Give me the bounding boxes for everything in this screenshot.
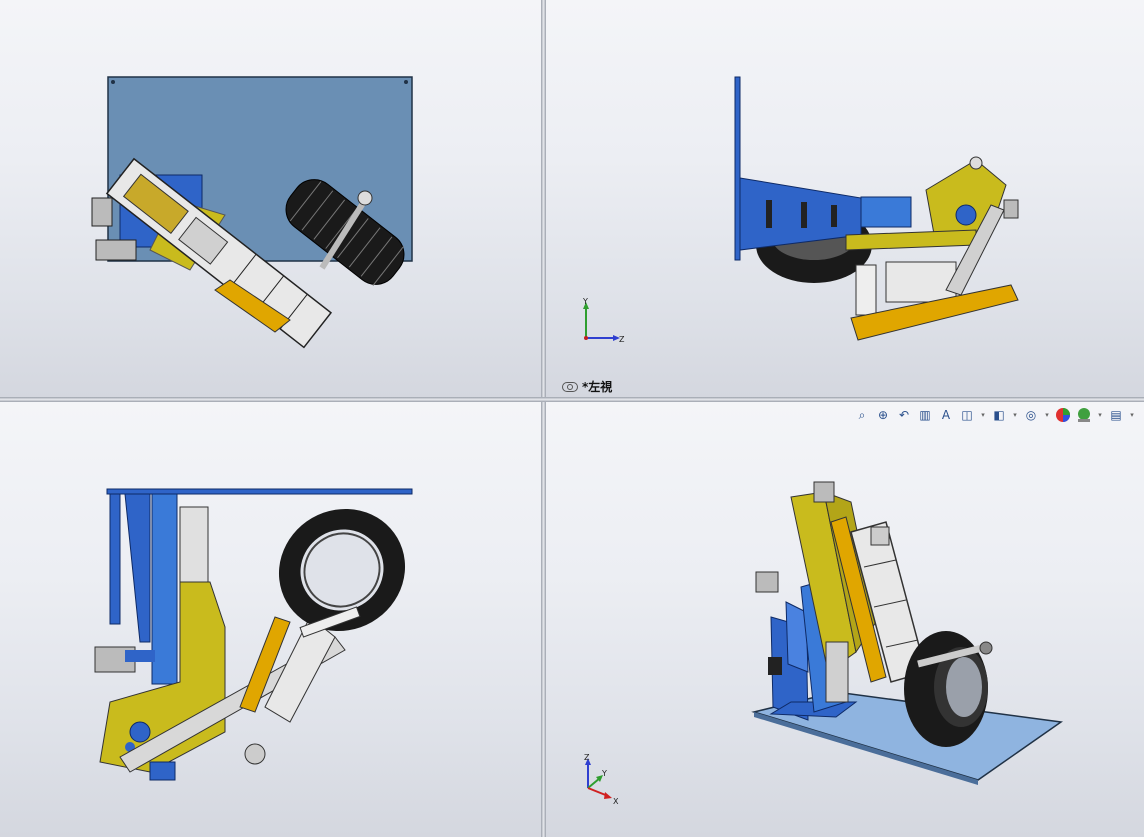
top-view-model[interactable]	[0, 402, 541, 837]
coordinate-triad: Z Y X	[584, 753, 619, 806]
cylinder	[860, 196, 912, 228]
coordinate-triad: Y Z	[582, 297, 625, 344]
plate-edge	[106, 488, 413, 495]
front-view-viewport[interactable]	[0, 0, 541, 397]
left-view-model[interactable]	[546, 0, 1144, 397]
triad-y-label: Y	[582, 297, 588, 306]
top-view-viewport[interactable]	[0, 402, 541, 837]
vertical-viewport-splitter[interactable]	[541, 0, 546, 837]
isometric-view-viewport[interactable]: ⌕ ⊕ ↶ ▥ A ◫ ▾ ◧ ▾ ◎ ▾ ▾ ▤ ▾ Z Y X	[546, 402, 1144, 837]
front-view-model[interactable]	[0, 0, 541, 397]
isometric-model[interactable]	[546, 402, 1144, 837]
triad-y-label: Y	[601, 769, 607, 778]
view-name-label: *左視	[562, 378, 612, 395]
blue-column	[124, 493, 151, 643]
triad-z-label: Z	[619, 335, 625, 344]
left-view-viewport[interactable]: Y Z *左視	[546, 0, 1144, 397]
triad-z-label: Z	[584, 753, 590, 762]
horizontal-viewport-splitter[interactable]	[0, 397, 1144, 402]
triad-x-label: X	[613, 797, 619, 806]
link-view-icon	[562, 381, 578, 392]
view-name-text: *左視	[582, 380, 613, 394]
plate-edge	[734, 76, 741, 261]
